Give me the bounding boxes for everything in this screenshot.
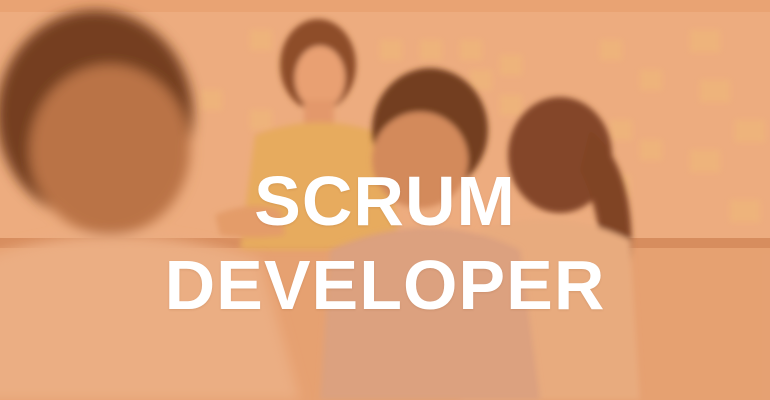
course-banner: SCRUM DEVELOPER	[0, 0, 770, 400]
banner-title: SCRUM DEVELOPER	[0, 159, 770, 327]
title-line-2: DEVELOPER	[164, 245, 606, 324]
title-line-1: SCRUM	[254, 161, 516, 240]
